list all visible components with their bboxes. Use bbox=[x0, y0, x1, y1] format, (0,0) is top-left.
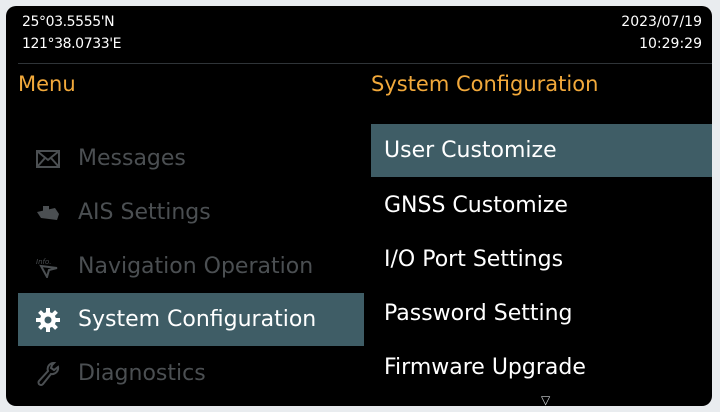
submenu-item-password-setting[interactable]: Password Setting bbox=[371, 287, 712, 340]
submenu-item-label: I/O Port Settings bbox=[384, 247, 564, 272]
submenu-item-label: Firmware Upgrade bbox=[384, 355, 586, 380]
menu-item-ais-settings[interactable]: AIS Settings bbox=[18, 186, 364, 239]
menu-item-label: Navigation Operation bbox=[78, 254, 314, 279]
longitude-readout: 121°38.0733'E bbox=[22, 36, 122, 52]
menu-item-label: AIS Settings bbox=[78, 200, 211, 225]
menu-item-diagnostics[interactable]: Diagnostics bbox=[18, 347, 364, 400]
wrench-icon bbox=[26, 361, 70, 387]
divider bbox=[18, 63, 712, 64]
menu-item-messages[interactable]: Messages bbox=[18, 132, 364, 185]
submenu-item-user-customize[interactable]: User Customize bbox=[371, 124, 712, 177]
menu-item-navigation-operation[interactable]: Info. Navigation Operation bbox=[18, 240, 364, 293]
menu-item-system-configuration[interactable]: System Configuration bbox=[18, 293, 364, 346]
scroll-down-indicator[interactable]: ▽ bbox=[541, 394, 550, 406]
gear-icon bbox=[26, 307, 70, 333]
envelope-icon bbox=[26, 149, 70, 168]
date-readout: 2023/07/19 bbox=[621, 14, 702, 30]
menu-item-label: Diagnostics bbox=[78, 361, 206, 386]
submenu-item-label: Password Setting bbox=[384, 301, 573, 326]
submenu-item-label: User Customize bbox=[384, 138, 557, 163]
latitude-readout: 25°03.5555'N bbox=[22, 14, 115, 30]
svg-text:Info.: Info. bbox=[36, 258, 51, 266]
menu-item-label: Messages bbox=[78, 146, 186, 171]
info-navigation-icon: Info. bbox=[26, 256, 70, 278]
status-bar: 25°03.5555'N 121°38.0733'E 2023/07/19 10… bbox=[6, 6, 712, 66]
menu-item-label: System Configuration bbox=[78, 307, 317, 332]
submenu-item-gnss-customize[interactable]: GNSS Customize bbox=[371, 179, 712, 232]
submenu-item-firmware-upgrade[interactable]: Firmware Upgrade bbox=[371, 341, 712, 394]
time-readout: 10:29:29 bbox=[639, 36, 702, 52]
submenu-title: System Configuration bbox=[371, 72, 599, 96]
submenu-item-io-port-settings[interactable]: I/O Port Settings bbox=[371, 233, 712, 286]
menu-title: Menu bbox=[18, 72, 76, 96]
submenu-item-label: GNSS Customize bbox=[384, 193, 568, 218]
device-screen: 25°03.5555'N 121°38.0733'E 2023/07/19 10… bbox=[6, 6, 712, 406]
ship-icon bbox=[26, 204, 70, 222]
